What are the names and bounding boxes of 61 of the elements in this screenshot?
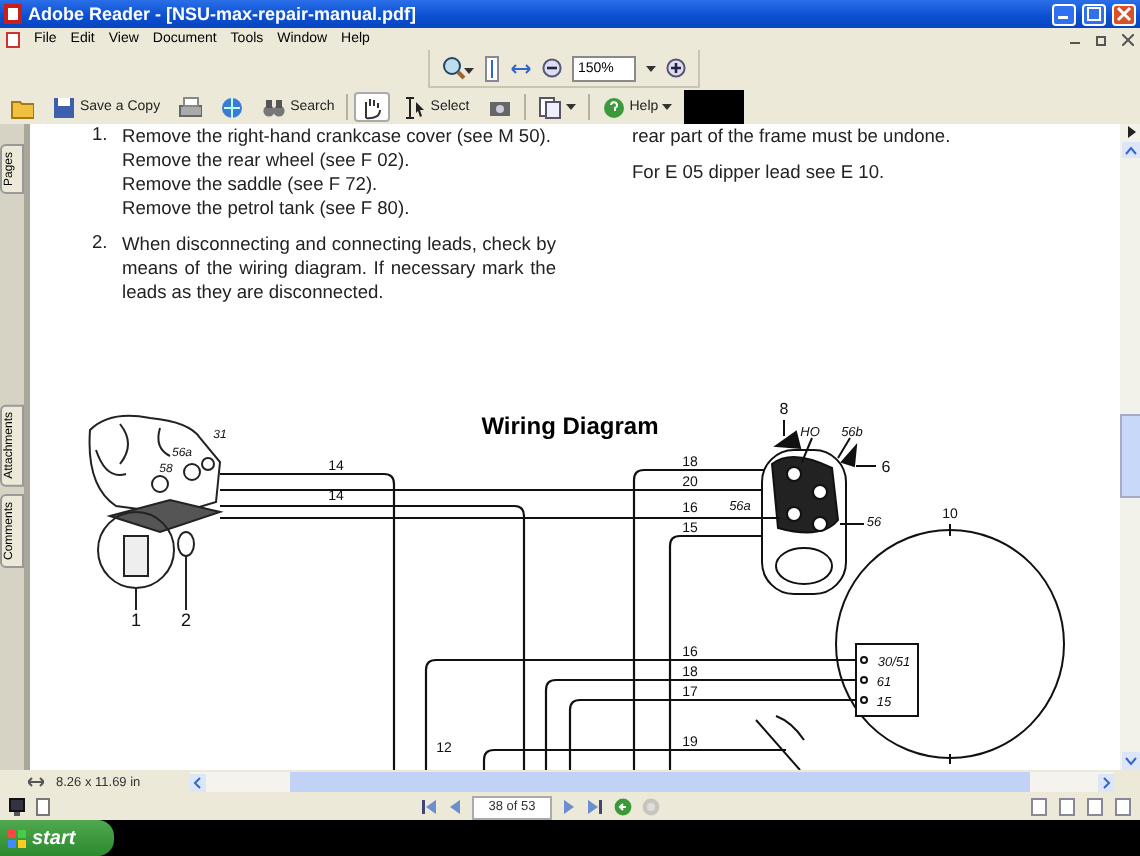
- zoom-out-icon[interactable]: [542, 58, 562, 78]
- previous-page-icon[interactable]: [448, 798, 462, 816]
- window-title: Adobe Reader - [NSU-max-repair-manual.pdf]: [28, 4, 419, 24]
- maximize-icon: [1086, 6, 1102, 22]
- windows-flag-icon: [8, 829, 26, 847]
- close-icon: [1116, 6, 1132, 22]
- bulb-holder-drawing: [755, 715, 805, 770]
- caret-icon[interactable]: [646, 65, 656, 71]
- pages-icon: [537, 95, 562, 119]
- next-page-icon[interactable]: [562, 798, 576, 816]
- diagram-label: 2: [181, 610, 191, 630]
- zoom-in-tool-icon[interactable]: [442, 56, 474, 80]
- close-button[interactable]: [1122, 33, 1134, 45]
- zoom-in-icon[interactable]: [666, 58, 686, 78]
- single-page-icon[interactable]: [1030, 798, 1048, 816]
- maximize-button[interactable]: [1082, 3, 1106, 25]
- hand-tool-button[interactable]: [354, 92, 391, 122]
- manual-text: When disconnecting and connecting leads, check by means of the wiring diagram. If necessary mark the leads as they are disconnected.: [122, 232, 556, 304]
- scroll-down-icon[interactable]: [1121, 752, 1139, 770]
- item-number: 1.: [92, 124, 110, 148]
- caret-icon: [565, 104, 576, 110]
- manual-text: Remove the petrol tank (see F 80).: [122, 196, 412, 220]
- resize-icon[interactable]: [28, 776, 44, 788]
- minimize-button[interactable]: [1052, 3, 1076, 25]
- printer-icon: [178, 95, 203, 119]
- back-icon[interactable]: [614, 798, 632, 816]
- scroll-left-icon[interactable]: [190, 773, 206, 791]
- caret-icon: [662, 104, 673, 110]
- manual-text: Remove the right-hand crankcase cover (see M 50).: [122, 124, 551, 148]
- manual-text: For E 05 dipper lead see E 10.: [632, 160, 887, 184]
- help-icon: [601, 95, 626, 119]
- scrollbar-thumb[interactable]: [1119, 413, 1140, 497]
- fit-page-icon[interactable]: [484, 55, 500, 81]
- continuous-icon[interactable]: [1058, 798, 1076, 816]
- continuous-facing-icon[interactable]: [1114, 798, 1132, 816]
- globe-icon: [220, 95, 245, 119]
- item-number: 2.: [92, 232, 110, 256]
- monitor-icon[interactable]: [8, 798, 26, 816]
- restore-button[interactable]: [1096, 33, 1108, 45]
- manual-text: Remove the saddle (see F 72).: [122, 172, 380, 196]
- binoculars-icon: [262, 95, 287, 119]
- start-button[interactable]: start: [0, 820, 114, 856]
- manual-text: Remove the rear wheel (see F 02).: [122, 148, 412, 172]
- diagram-title: Wiring Diagram: [481, 412, 659, 440]
- diagram-label: 1: [131, 610, 141, 630]
- diagram-label: 8: [779, 400, 789, 418]
- scrollbar-thumb[interactable]: [290, 772, 1030, 792]
- last-page-icon[interactable]: [586, 798, 604, 816]
- scroll-right-icon[interactable]: [1098, 773, 1114, 791]
- first-page-icon[interactable]: [420, 798, 438, 816]
- scroll-up-icon[interactable]: [1121, 142, 1139, 158]
- manual-text: rear part of the frame must be undone.: [632, 124, 953, 148]
- redaction-block: [684, 90, 745, 124]
- diagram-label: 6: [881, 458, 891, 476]
- document-icon: [6, 31, 20, 47]
- page-icon[interactable]: [36, 798, 50, 816]
- folder-icon: [10, 95, 34, 119]
- facing-icon[interactable]: [1086, 798, 1104, 816]
- hand-icon: [360, 95, 385, 119]
- text-cursor-icon: [402, 95, 427, 119]
- app-icon: [4, 4, 22, 24]
